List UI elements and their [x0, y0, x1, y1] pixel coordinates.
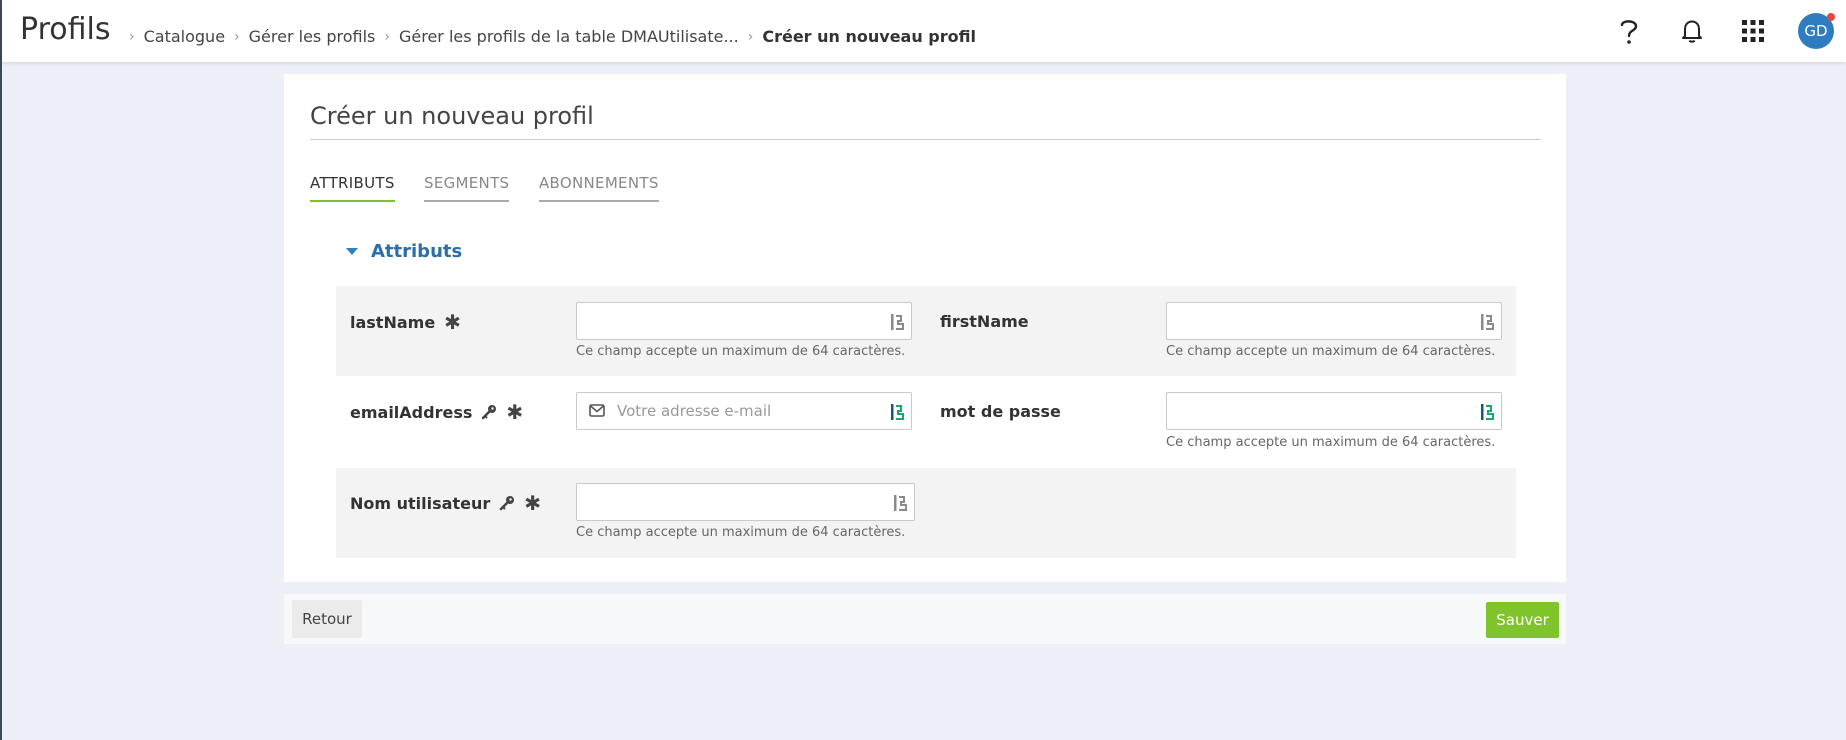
lastname-label-text: lastName — [350, 312, 436, 332]
tab-attributs[interactable]: ATTRIBUTS — [310, 174, 395, 202]
tab-segments[interactable]: SEGMENTS — [424, 174, 510, 202]
tab-abonnements[interactable]: ABONNEMENTS — [539, 174, 659, 202]
firstname-label: firstName — [940, 312, 1029, 331]
required-asterisk-icon: ✱ — [506, 400, 524, 424]
section-title: Attributs — [371, 241, 463, 262]
apps-grid-icon[interactable] — [1736, 14, 1770, 48]
form-row-username — [336, 468, 1516, 558]
email-placeholder: Votre adresse e-mail — [617, 402, 772, 420]
field-options-icon[interactable] — [892, 494, 908, 512]
breadcrumb-chevron-icon: › — [129, 28, 135, 45]
password-input[interactable] — [1166, 392, 1502, 430]
field-options-icon[interactable] — [889, 313, 905, 331]
title-divider — [310, 139, 1541, 140]
breadcrumb-chevron-icon: › — [384, 28, 390, 45]
notification-dot — [1827, 13, 1835, 21]
breadcrumb-chevron-icon: › — [747, 28, 754, 45]
field-options-icon[interactable] — [1479, 313, 1495, 331]
password-label-text: mot de passe — [940, 402, 1061, 421]
firstname-hint: Ce champ accepte un maximum de 64 caract… — [1166, 344, 1496, 359]
username-label-text: Nom utilisateur — [350, 493, 491, 513]
password-hint: Ce champ accepte un maximum de 64 caract… — [1166, 435, 1496, 450]
key-icon — [481, 404, 497, 420]
username-label: Nom utilisateur ✱ — [350, 493, 541, 513]
username-hint: Ce champ accepte un maximum de 64 caract… — [576, 525, 906, 540]
firstname-label-text: firstName — [940, 312, 1029, 331]
email-label-text: emailAddress — [350, 402, 473, 422]
avatar[interactable]: GD — [1798, 13, 1835, 49]
breadcrumb-item-catalogue[interactable]: Catalogue — [144, 27, 225, 46]
envelope-icon — [589, 404, 605, 417]
profile-form-card: Créer un nouveau profil ATTRIBUTS SEGMEN… — [284, 74, 1566, 582]
avatar-initials: GD — [1804, 22, 1828, 40]
save-button[interactable]: Sauver — [1486, 602, 1559, 638]
breadcrumb-chevron-icon: › — [234, 28, 240, 45]
required-asterisk-icon: ✱ — [444, 310, 461, 334]
section-attributs-toggle[interactable]: Attributs — [346, 241, 462, 262]
app-title: Profils — [20, 12, 111, 47]
bell-icon[interactable] — [1675, 14, 1709, 48]
caret-down-icon — [346, 248, 358, 255]
lastname-hint: Ce champ accepte un maximum de 64 caract… — [576, 344, 906, 359]
username-input[interactable] — [576, 483, 915, 521]
help-icon[interactable] — [1612, 14, 1646, 48]
firstname-input[interactable] — [1166, 302, 1502, 340]
password-label: mot de passe — [940, 402, 1061, 421]
email-input[interactable]: Votre adresse e-mail — [576, 392, 912, 430]
top-bar: Profils › Catalogue › Gérer les profils … — [2, 0, 1846, 62]
lastname-input[interactable] — [576, 302, 912, 340]
required-asterisk-icon: ✱ — [524, 491, 541, 515]
field-options-icon[interactable] — [889, 403, 905, 421]
email-label: emailAddress ✱ — [350, 402, 523, 422]
back-button[interactable]: Retour — [292, 600, 362, 638]
breadcrumb-item-current: Créer un nouveau profil — [762, 27, 976, 46]
lastname-label: lastName ✱ — [350, 312, 461, 332]
form-footer: Retour Sauver — [284, 594, 1566, 644]
key-icon — [499, 495, 515, 511]
breadcrumb: › Catalogue › Gérer les profils › Gérer … — [120, 27, 976, 46]
field-options-icon[interactable] — [1479, 403, 1495, 421]
breadcrumb-item-manage-profiles[interactable]: Gérer les profils — [249, 27, 376, 46]
breadcrumb-item-table-profiles[interactable]: Gérer les profils de la table DMAUtilisa… — [399, 27, 739, 46]
page-title: Créer un nouveau profil — [310, 102, 594, 130]
